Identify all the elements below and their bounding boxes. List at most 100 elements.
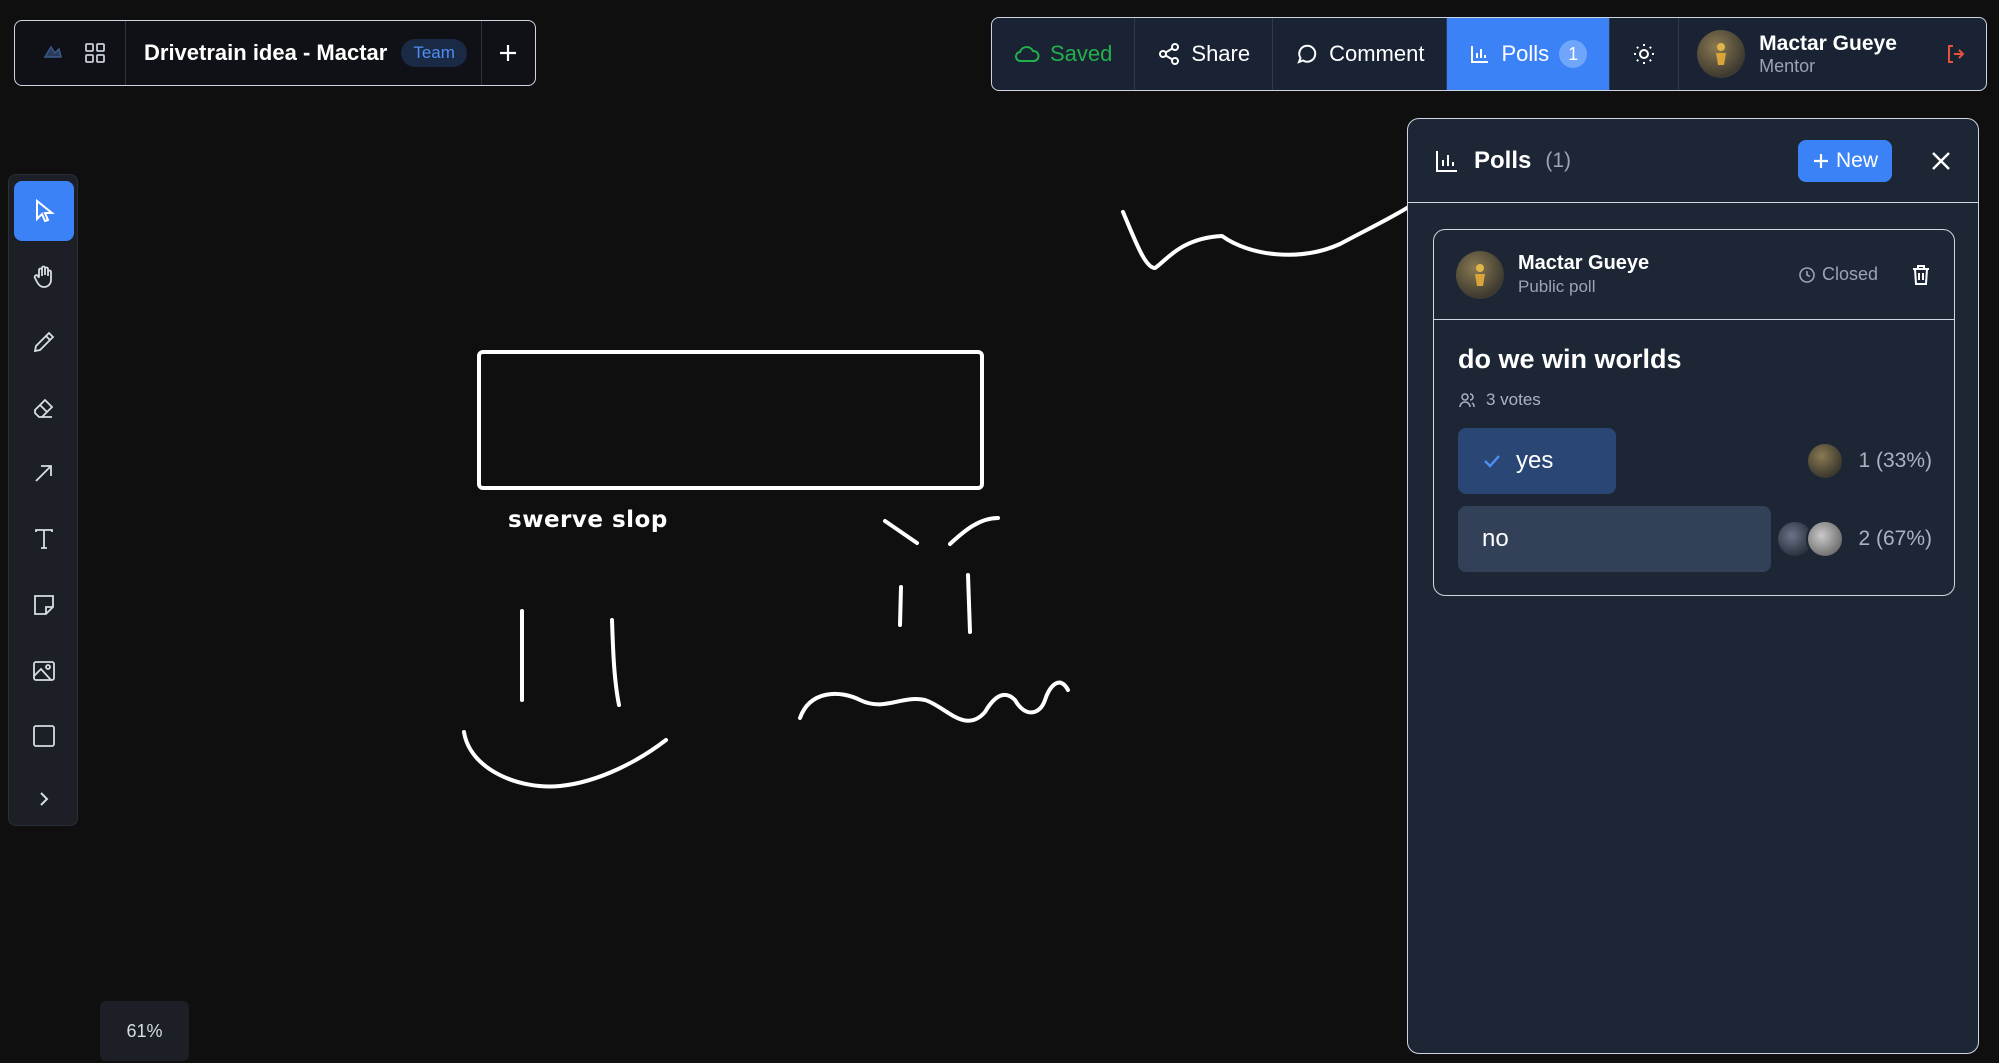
sticky-note-tool[interactable]	[14, 575, 74, 635]
poll-option-result-text: 1 (33%)	[1858, 449, 1932, 472]
square-icon	[33, 725, 55, 747]
share-label: Share	[1191, 41, 1251, 66]
polls-count-badge: 1	[1559, 40, 1588, 68]
cursor-icon	[36, 198, 55, 223]
team-badge: Team	[401, 39, 467, 67]
add-page-button[interactable]	[482, 21, 535, 85]
users-icon	[1459, 393, 1475, 408]
sun-icon	[1634, 44, 1655, 64]
voter-avatars	[1776, 520, 1845, 558]
canvas-text-label[interactable]: swerve slop	[508, 507, 668, 533]
drawn-stroke	[898, 585, 903, 627]
close-panel-button[interactable]	[1930, 150, 1952, 172]
poll-author: Mactar Gueye	[1518, 252, 1650, 275]
bar-chart-icon	[1436, 150, 1457, 172]
comment-icon	[1297, 44, 1317, 64]
share-icon	[1159, 43, 1180, 65]
trash-icon	[1913, 264, 1929, 285]
image-tool[interactable]	[14, 641, 74, 701]
pencil-icon	[33, 331, 55, 353]
voter-avatar	[1806, 442, 1845, 480]
poll-vote-count: 3 votes	[1458, 390, 1541, 410]
user-profile[interactable]: Mactar Gueye Mentor	[1679, 18, 1986, 90]
poll-author-info: Mactar Gueye Public poll	[1518, 250, 1649, 298]
saved-label: Saved	[1050, 41, 1113, 66]
drawn-stroke	[883, 519, 919, 545]
drawn-rectangle	[477, 350, 984, 490]
drawn-stroke	[1121, 204, 1412, 270]
drawn-stroke	[798, 680, 1070, 723]
poll-option-yes[interactable]: yes 1 (33%)	[1458, 428, 1932, 494]
poll-question: do we win worlds	[1458, 344, 1682, 374]
bar-chart-icon	[1471, 46, 1489, 63]
user-role: Mentor	[1759, 55, 1816, 76]
poll-option-result: 2 (67%)	[1776, 506, 1932, 572]
logout-icon[interactable]	[1944, 42, 1968, 66]
sticky-note-icon	[34, 595, 54, 615]
user-info: Mactar Gueye Mentor	[1759, 32, 1897, 77]
polls-panel-title: Polls	[1474, 146, 1532, 174]
delete-poll-button[interactable]	[1910, 263, 1932, 287]
tool-palette	[8, 174, 78, 826]
eraser-icon	[34, 398, 54, 418]
poll-status: Closed	[1798, 264, 1878, 285]
poll-visibility: Public poll	[1518, 277, 1596, 297]
expand-toolbar-button[interactable]	[14, 769, 74, 829]
poll-option-result: 1 (33%)	[1806, 428, 1932, 494]
top-actions-bar: Saved Share Comment Polls 1 Mactar Gueye…	[991, 17, 1987, 91]
poll-option-label-wrap: no	[1482, 506, 1509, 572]
share-button[interactable]: Share	[1135, 18, 1274, 90]
select-tool[interactable]	[14, 181, 74, 241]
polls-panel-header: Polls (1) New	[1408, 119, 1978, 203]
close-icon	[1932, 151, 1950, 170]
grid-icon[interactable]	[83, 41, 107, 65]
logo-icon[interactable]	[41, 41, 65, 65]
image-icon	[33, 661, 55, 681]
polls-panel: Polls (1) New Mactar Gueye Public poll C…	[1407, 118, 1979, 1054]
comment-label: Comment	[1329, 41, 1425, 66]
pencil-tool[interactable]	[14, 312, 74, 372]
chevron-right-icon	[40, 792, 49, 806]
cloud-icon	[1014, 46, 1040, 62]
arrow-icon	[35, 465, 52, 482]
poll-votes-label: 3 votes	[1486, 390, 1541, 409]
zoom-level[interactable]: 61%	[100, 1001, 189, 1061]
header-icons	[15, 21, 126, 85]
text-icon	[35, 529, 53, 549]
theme-toggle-button[interactable]	[1610, 18, 1680, 90]
poll-card-header: Mactar Gueye Public poll Closed	[1434, 230, 1954, 320]
poll-card: Mactar Gueye Public poll Closed do we wi…	[1433, 229, 1955, 596]
check-icon	[1484, 455, 1500, 468]
plus-icon	[1813, 153, 1828, 168]
poll-option-no[interactable]: no 2 (67%)	[1458, 506, 1932, 572]
drawn-stroke	[948, 516, 1000, 546]
plus-icon	[500, 45, 517, 61]
hand-icon	[33, 265, 52, 288]
poll-option-result-text: 2 (67%)	[1858, 527, 1932, 550]
polls-button[interactable]: Polls 1	[1447, 18, 1611, 90]
drawn-stroke	[462, 730, 668, 789]
drawn-stroke	[610, 618, 621, 707]
polls-label: Polls	[1501, 41, 1550, 66]
text-tool[interactable]	[14, 509, 74, 569]
clock-icon	[1799, 266, 1815, 283]
hand-tool[interactable]	[14, 247, 74, 307]
poll-option-label-wrap: yes	[1482, 428, 1553, 494]
document-title-area: Drivetrain idea - Mactar Team	[126, 21, 482, 85]
poll-option-label: no	[1482, 525, 1509, 552]
poll-status-label: Closed	[1821, 264, 1878, 284]
new-poll-label: New	[1835, 148, 1878, 172]
user-name: Mactar Gueye	[1759, 31, 1897, 55]
eraser-tool[interactable]	[14, 378, 74, 438]
document-header: Drivetrain idea - Mactar Team	[14, 20, 536, 86]
drawn-stroke	[966, 573, 972, 634]
voter-avatar	[1806, 520, 1845, 558]
avatar	[1456, 250, 1504, 299]
arrow-tool[interactable]	[14, 443, 74, 503]
avatar	[1697, 30, 1746, 78]
document-title[interactable]: Drivetrain idea - Mactar	[144, 40, 387, 66]
poll-option-label: yes	[1516, 447, 1554, 474]
rectangle-tool[interactable]	[14, 706, 74, 766]
new-poll-button[interactable]: New	[1797, 139, 1892, 182]
comment-button[interactable]: Comment	[1273, 18, 1448, 90]
